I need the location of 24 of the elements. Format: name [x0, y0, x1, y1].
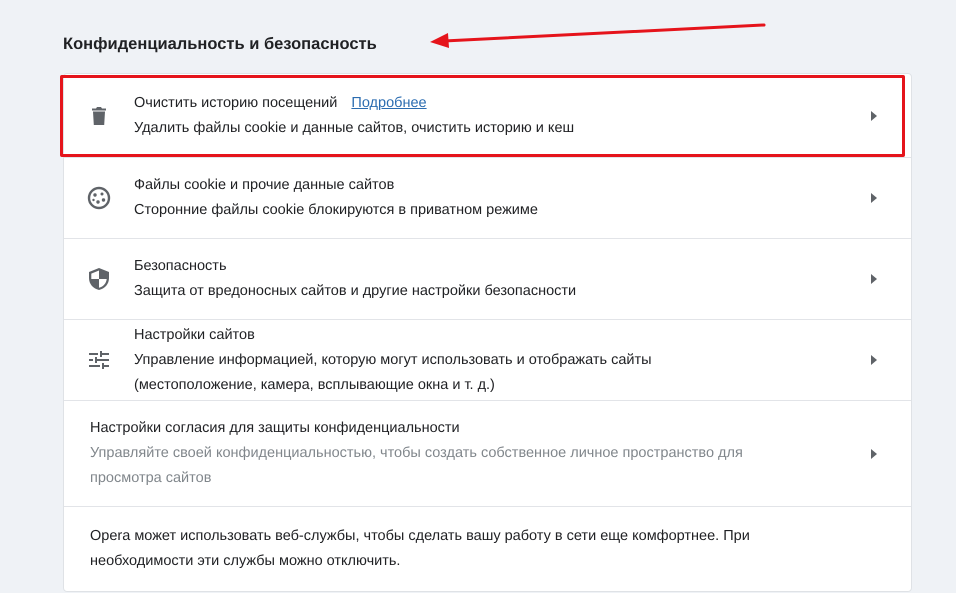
row-title: Безопасность	[134, 257, 226, 276]
cookie-icon	[87, 186, 111, 210]
row-description: Управляйте своей конфиденциальностью, чтобы создать собственное личное пространство для	[90, 444, 744, 463]
row-description: (местоположение, камера, всплывающие окна и т. д.)	[134, 376, 496, 394]
row-description: Управление информацией, которую могут использовать и отображать сайты	[134, 350, 653, 370]
row-description: просмотра сайтов	[90, 469, 212, 488]
chevron-icon[interactable]	[871, 355, 877, 365]
chevron-icon[interactable]	[871, 448, 877, 458]
learn-more-link[interactable]: Подробнее	[351, 90, 427, 116]
trash-icon	[92, 106, 106, 124]
sliders-icon	[89, 351, 109, 369]
row-description: Защита от вредоносных сайтов и другие настройки безопасности	[134, 282, 578, 301]
row-title: Настройки сайтов	[134, 326, 255, 344]
row-title: Очистить историю посещений	[134, 94, 338, 112]
row-description: Сторонние файлы cookie блокируются в приватном режиме	[134, 201, 539, 220]
chevron-icon[interactable]	[871, 193, 877, 203]
chevron-icon[interactable]	[871, 110, 877, 120]
row-title: Настройки согласия для защиты конфиденциальности	[90, 419, 460, 438]
note-text: Opera может использовать веб-службы, чтобы сделать вашу работу в сети еще комфортнее. При необходимости эти службы можно отключить.	[90, 527, 751, 571]
row-description: Удалить файлы cookie и данные сайтов, очистить историю и кеш	[134, 118, 576, 138]
shield-icon	[89, 268, 109, 290]
row-title: Файлы cookie и прочие данные сайтов	[134, 176, 394, 195]
chevron-icon[interactable]	[871, 274, 877, 284]
section-heading: Конфиденциальность и безопасность	[63, 34, 377, 54]
